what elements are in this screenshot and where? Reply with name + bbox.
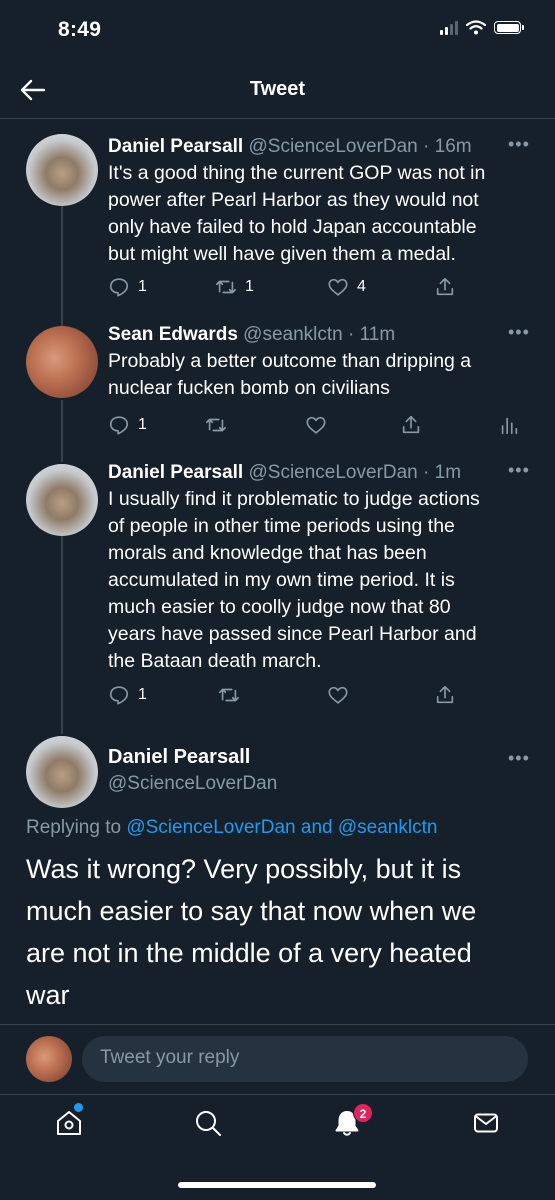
retweet-icon xyxy=(219,688,239,702)
tweet-actions: 1 xyxy=(0,414,555,438)
author-name[interactable]: Daniel Pearsall xyxy=(108,462,243,483)
tweet-header: Daniel Pearsall @ScienceLoverDan · 1m xyxy=(108,462,461,484)
share-icon xyxy=(436,685,454,704)
analytics-button[interactable] xyxy=(498,414,520,436)
more-icon[interactable]: ••• xyxy=(508,134,530,155)
status-time: 8:49 xyxy=(58,18,102,41)
replying-to: Replying to @ScienceLoverDan and @seankl… xyxy=(26,817,438,838)
retweet-count: 1 xyxy=(245,278,254,295)
reply-count: 1 xyxy=(138,416,147,433)
retweet-button[interactable]: 1 xyxy=(215,276,254,298)
reply-count: 1 xyxy=(138,278,147,295)
tab-search[interactable] xyxy=(193,1108,223,1143)
home-indicator xyxy=(178,1182,376,1188)
avatar[interactable] xyxy=(26,326,98,398)
like-icon xyxy=(328,278,348,296)
like-count: 4 xyxy=(357,278,366,295)
tweet-time: · 11m xyxy=(348,324,396,345)
mention-link[interactable]: @seanklctn xyxy=(338,817,438,838)
analytics-icon xyxy=(501,417,518,435)
thread-connector xyxy=(61,206,63,326)
tweet-text: Probably a better outcome than dripping … xyxy=(108,350,472,399)
mention-link[interactable]: @ScienceLoverDan xyxy=(126,817,295,838)
retweet-icon xyxy=(216,280,236,294)
reply-button[interactable]: 1 xyxy=(108,414,147,436)
signal-icon xyxy=(440,20,458,35)
tweet-time: · 16m xyxy=(423,136,472,157)
page-title: Tweet xyxy=(249,78,306,100)
like-button[interactable] xyxy=(327,684,349,706)
like-button[interactable]: 4 xyxy=(327,276,366,298)
more-icon[interactable]: ••• xyxy=(508,748,530,769)
reply-button[interactable]: 1 xyxy=(108,684,147,706)
share-button[interactable] xyxy=(400,414,422,436)
reply-icon xyxy=(109,686,129,705)
author-name[interactable]: Daniel Pearsall xyxy=(108,136,243,157)
more-icon[interactable]: ••• xyxy=(508,322,530,343)
divider xyxy=(0,1094,555,1095)
retweet-icon xyxy=(206,418,226,432)
unread-dot xyxy=(74,1103,83,1112)
wifi-icon xyxy=(466,20,486,35)
reply-icon xyxy=(109,278,129,297)
author-handle: @seanklctn xyxy=(243,324,343,345)
battery-icon xyxy=(494,21,524,34)
tab-home[interactable] xyxy=(54,1108,84,1143)
main-tweet-text: Was it wrong? Very possibly, but it is m… xyxy=(26,854,477,1010)
avatar[interactable] xyxy=(26,134,98,206)
retweet-button[interactable] xyxy=(205,414,227,436)
tweet-actions: 1 1 4 xyxy=(0,276,555,300)
more-icon[interactable]: ••• xyxy=(508,460,530,481)
reply-input[interactable]: Tweet your reply xyxy=(82,1036,528,1082)
retweet-button[interactable] xyxy=(218,684,240,706)
author-handle: @ScienceLoverDan xyxy=(248,136,418,157)
like-icon xyxy=(328,686,348,704)
author-name[interactable]: Sean Edwards xyxy=(108,324,238,345)
mail-icon xyxy=(474,1113,498,1133)
reply-count: 1 xyxy=(138,686,147,703)
status-icons xyxy=(440,20,524,35)
tweet-actions: 1 xyxy=(0,684,555,708)
share-button[interactable] xyxy=(434,276,456,298)
divider xyxy=(0,1024,555,1025)
share-button[interactable] xyxy=(434,684,456,706)
tweet-text: It's a good thing the current GOP was no… xyxy=(108,162,486,265)
search-icon xyxy=(196,1111,221,1136)
tweet-time: · 1m xyxy=(423,462,462,483)
header-divider xyxy=(0,118,555,119)
reply-button[interactable]: 1 xyxy=(108,276,147,298)
avatar[interactable] xyxy=(26,736,98,808)
like-icon xyxy=(306,416,326,434)
author-handle: @ScienceLoverDan xyxy=(248,462,418,483)
tweet-text: I usually find it problematic to judge a… xyxy=(108,488,480,672)
avatar[interactable] xyxy=(26,464,98,536)
share-icon xyxy=(436,277,454,296)
author-handle: @ScienceLoverDan xyxy=(108,773,278,794)
notification-badge: 2 xyxy=(353,1103,373,1123)
home-icon xyxy=(57,1111,81,1135)
tweet-header: Daniel Pearsall @ScienceLoverDan · 16m xyxy=(108,136,472,158)
reply-icon xyxy=(109,416,129,435)
like-button[interactable] xyxy=(305,414,327,436)
avatar xyxy=(26,1036,72,1082)
author-name[interactable]: Daniel Pearsall xyxy=(108,746,250,769)
tweet-header: Sean Edwards @seanklctn · 11m xyxy=(108,324,395,346)
share-icon xyxy=(402,415,420,434)
tab-messages[interactable] xyxy=(471,1108,501,1143)
